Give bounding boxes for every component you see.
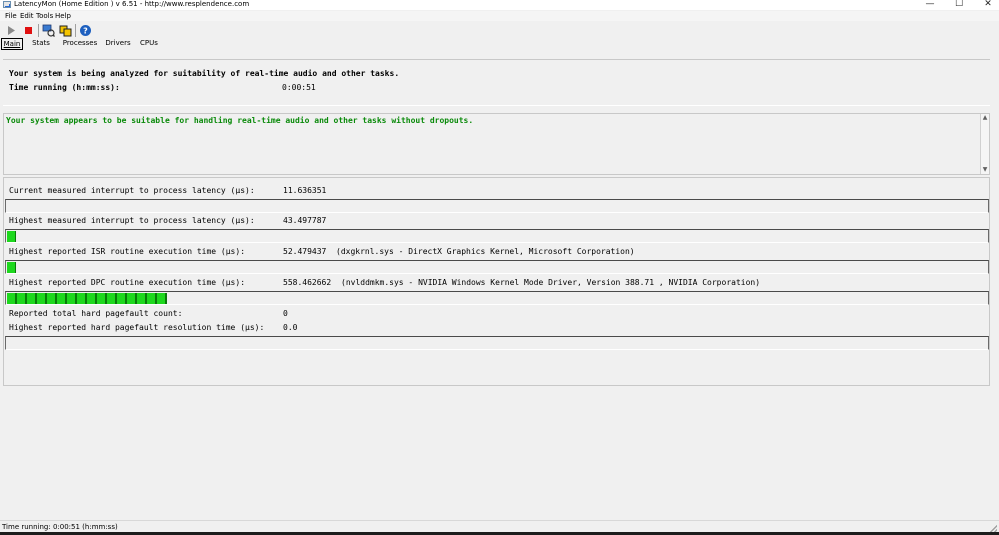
maximize-button[interactable]: ☐ <box>944 0 974 10</box>
tab-strip: Main Stats Processes Drivers CPUs <box>0 38 999 51</box>
metric-label: Highest reported ISR routine execution t… <box>9 247 246 256</box>
metric-detail: (dxgkrnl.sys - DirectX Graphics Kernel, … <box>336 247 635 256</box>
meter-fill <box>7 262 16 273</box>
metric-value: 11.636351 <box>283 186 327 195</box>
metric-label: Highest reported hard pagefault resoluti… <box>9 323 265 332</box>
tab-stats[interactable]: Stats <box>30 38 52 50</box>
analysis-status-text: Your system is being analyzed for suitab… <box>9 69 400 78</box>
stop-icon[interactable] <box>22 24 35 37</box>
tab-processes-label: Processes <box>62 39 98 47</box>
tab-drivers-label: Drivers <box>105 39 131 47</box>
help-icon[interactable]: ? <box>79 24 92 37</box>
tab-cpus[interactable]: CPUs <box>138 38 160 50</box>
analyze-icon[interactable] <box>42 24 55 37</box>
menu-help[interactable]: Help <box>55 12 71 20</box>
tab-processes[interactable]: Processes <box>61 38 99 50</box>
report-icon[interactable] <box>59 24 72 37</box>
metric-label: Current measured interrupt to process la… <box>9 186 255 195</box>
scroll-down-icon[interactable]: ▼ <box>982 167 988 173</box>
close-button[interactable]: ✕ <box>973 0 999 10</box>
metric-value: 0.0 <box>283 323 298 332</box>
dpc-meter <box>5 291 989 305</box>
pagefault-meter <box>5 336 989 350</box>
tab-main[interactable]: Main <box>1 38 23 50</box>
svg-text:?: ? <box>83 27 88 36</box>
metrics-panel: Current measured interrupt to process la… <box>3 177 990 386</box>
menu-file[interactable]: File <box>5 12 17 20</box>
toolbar-separator <box>38 24 39 37</box>
menu-bar: File Edit Tools Help <box>0 11 999 21</box>
latency-meter <box>5 199 989 213</box>
app-icon <box>3 1 11 8</box>
minimize-button[interactable]: — <box>915 0 945 10</box>
tab-drivers[interactable]: Drivers <box>104 38 132 50</box>
toolbar: ? <box>0 22 999 39</box>
metric-label: Highest measured interrupt to process la… <box>9 216 255 225</box>
conclusion-scrollbar[interactable]: ▲ ▼ <box>980 114 989 174</box>
menu-edit[interactable]: Edit <box>20 12 34 20</box>
analysis-header-panel: Your system is being analyzed for suitab… <box>3 59 990 106</box>
status-text: Time running: 0:00:51 (h:mm:ss) <box>2 523 118 531</box>
meter-fill <box>7 293 167 304</box>
latency-meter <box>5 229 989 243</box>
metric-detail: (nvlddmkm.sys - NVIDIA Windows Kernel Mo… <box>341 278 761 287</box>
conclusion-text: Your system appears to be suitable for h… <box>6 116 474 125</box>
title-bar: LatencyMon (Home Edition ) v 6.51 - http… <box>0 0 999 10</box>
tab-main-label: Main <box>3 40 21 48</box>
metric-value: 43.497787 <box>283 216 327 225</box>
time-running-value: 0:00:51 <box>282 83 316 92</box>
metric-value: 52.479437 <box>283 247 327 256</box>
metric-value: 0 <box>283 309 288 318</box>
time-running-label: Time running (h:mm:ss): <box>9 83 120 92</box>
scroll-up-icon[interactable]: ▲ <box>982 115 988 121</box>
metric-label: Highest reported DPC routine execution t… <box>9 278 246 287</box>
conclusion-textbox[interactable]: Your system appears to be suitable for h… <box>3 113 990 175</box>
tab-stats-label: Stats <box>32 39 50 47</box>
isr-meter <box>5 260 989 274</box>
menu-tools[interactable]: Tools <box>36 12 53 20</box>
toolbar-separator <box>75 24 76 37</box>
meter-fill <box>7 231 16 242</box>
metric-label: Reported total hard pagefault count: <box>9 309 183 318</box>
tab-cpus-label: CPUs <box>140 39 158 47</box>
window-title: LatencyMon (Home Edition ) v 6.51 - http… <box>14 0 250 8</box>
metric-value: 558.462662 <box>283 278 332 287</box>
play-icon[interactable] <box>5 24 18 37</box>
